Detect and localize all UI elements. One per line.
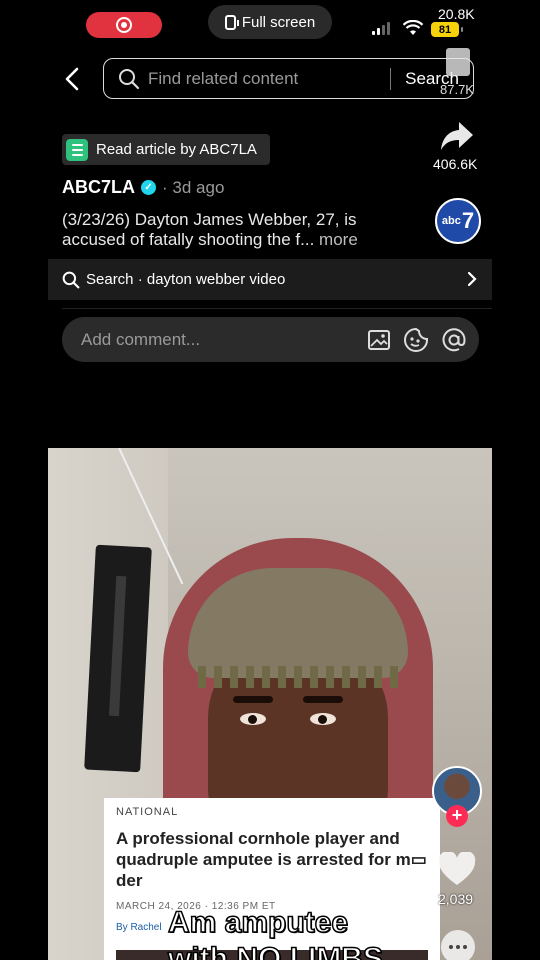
author-row: ABC7LA ✓ · 3d ago [62,177,224,198]
share-count: 406.6K [433,156,478,172]
news-headline: A professional cornhole player and quadr… [116,829,427,890]
read-article-button[interactable]: Read article by ABC7LA [62,134,270,165]
bookmark-icon[interactable] [446,48,470,76]
caption-text: (3/23/26) Dayton James Webber, 27, is ac… [62,210,357,249]
news-kicker: NATIONAL [116,806,179,818]
more-options-icon[interactable] [441,930,475,960]
signal-icon [372,22,390,35]
video-jersey [84,544,152,773]
top-count: 20.8K [438,6,475,22]
rotate-phone-icon [224,14,239,30]
battery-icon: 81 [431,22,463,37]
heart-icon[interactable] [438,852,476,886]
overlay-line-2: with NO LIMBS [167,941,383,960]
video-eye-left [240,713,266,725]
back-arrow-icon[interactable] [62,66,84,92]
share-icon[interactable] [440,120,474,152]
more-link[interactable]: more [314,230,358,249]
article-icon [66,138,88,161]
follow-button[interactable]: + [446,805,468,827]
divider [62,308,492,309]
video-brow-left [233,696,273,703]
abc7-logo[interactable]: abc 7 [435,198,481,244]
abc-logo-number: 7 [461,208,475,233]
screen-record-indicator[interactable] [86,12,162,38]
post-caption: (3/23/26) Dayton James Webber, 27, is ac… [62,210,422,250]
video-eye-right [310,713,336,725]
search-icon [62,271,80,288]
verified-icon: ✓ [141,180,157,195]
wifi-icon [402,20,424,35]
battery-level: 81 [438,23,452,36]
search-icon [119,68,140,89]
overlay-line-1: Am amputee [167,905,349,940]
record-icon [116,17,132,33]
post-age: · 3d ago [162,177,225,197]
emoji-icon[interactable] [403,327,429,353]
fullscreen-button[interactable]: Full screen [208,5,332,39]
author-name[interactable]: ABC7LA [62,177,135,198]
comment-bar[interactable]: Add comment... [62,317,479,362]
related-search-suggestion[interactable]: Search · dayton webber video [48,259,492,300]
video-brow-right [303,696,343,703]
mention-icon[interactable] [441,327,467,353]
image-icon[interactable] [367,328,391,352]
read-article-label: Read article by ABC7LA [96,141,257,158]
chevron-right-icon [467,271,477,287]
suggestion-label: Search · dayton webber video [86,271,286,288]
video-caption-overlay: Am amputee with NO LIMBS [167,905,383,960]
like-count: 2,039 [438,891,474,907]
comment-input[interactable]: Add comment... [81,330,367,350]
search-bar[interactable]: Find related content Search [103,58,474,99]
bookmark-count: 87.7K [440,82,474,97]
abc-logo-text: abc [441,215,461,227]
search-input[interactable]: Find related content [148,69,390,89]
fullscreen-label: Full screen [241,13,316,31]
